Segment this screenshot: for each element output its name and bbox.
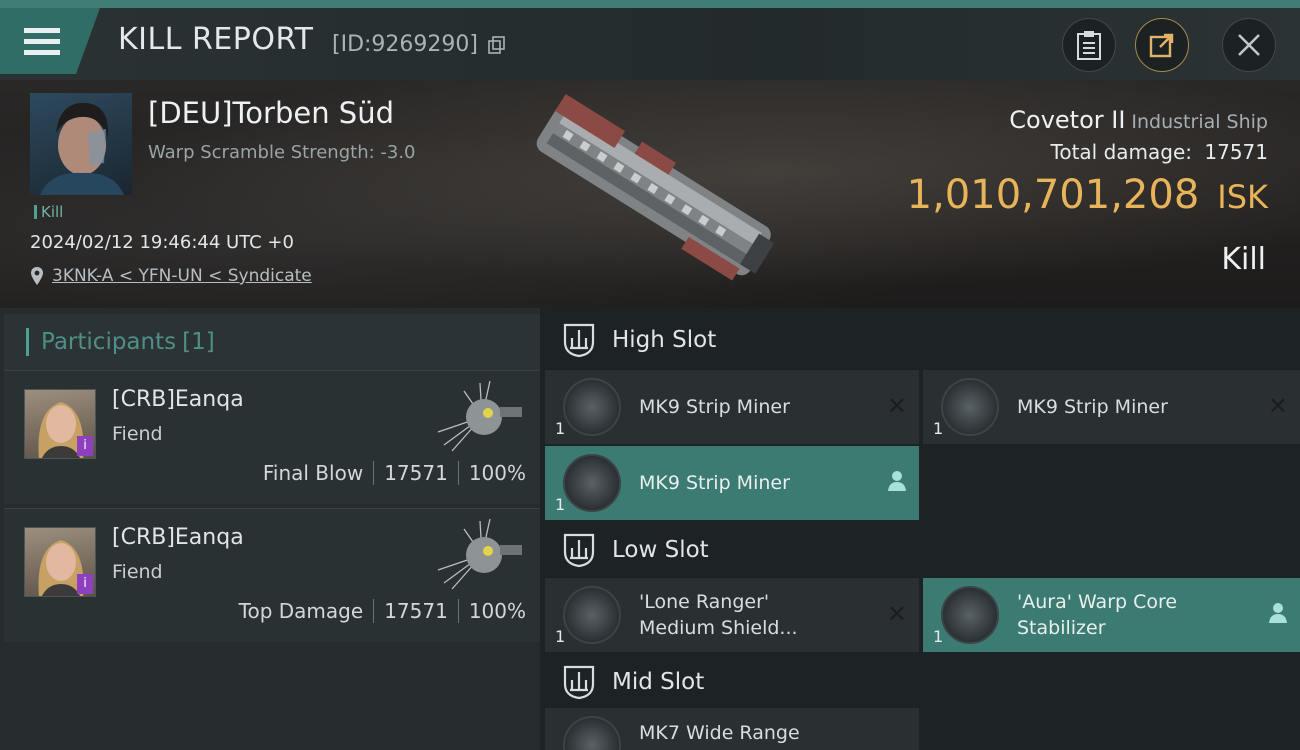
destroyed-icon: ✕ — [886, 600, 907, 628]
participant-damage: 17571 — [384, 599, 448, 623]
strip-miner-icon — [563, 378, 621, 436]
fitting-panel: High Slot 1 MK9 Strip Miner ✕ 1 MK9 Stri… — [540, 308, 1300, 750]
module-item[interactable]: 1 MK9 Strip Miner — [545, 446, 919, 520]
page-title: KILL REPORT — [118, 22, 314, 57]
copy-icon[interactable] — [488, 36, 506, 58]
menu-button[interactable] — [0, 8, 100, 74]
warp-core-stabilizer-icon — [941, 586, 999, 644]
kill-result: Kill — [1221, 242, 1266, 277]
divider — [373, 599, 375, 623]
report-id: [ID:9269290] — [332, 32, 478, 57]
participant-percent: 100% — [468, 599, 526, 623]
participant-role: Final Blow — [262, 461, 364, 485]
divider — [457, 599, 459, 623]
location-pin-icon — [31, 267, 43, 285]
fiend-ship-icon — [437, 518, 522, 590]
fiend-ship-icon — [437, 380, 522, 452]
kill-tag: Kill — [34, 205, 63, 220]
menu-icon — [24, 28, 60, 55]
destroyed-icon: ✕ — [886, 392, 907, 420]
close-icon — [1238, 34, 1260, 56]
participant-stats: Top Damage 17571 100% — [239, 599, 526, 623]
participant-ship: Fiend — [112, 561, 163, 583]
module-item[interactable]: 1 'Aura' Warp Core Stabilizer — [923, 578, 1300, 652]
participant-name[interactable]: [CRB]Eanqa — [112, 525, 244, 550]
clipboard-icon — [1077, 31, 1101, 60]
participant-percent: 100% — [468, 461, 526, 485]
module-quantity: 1 — [555, 495, 566, 514]
top-accent-line — [0, 0, 1300, 8]
participants-panel: Participants [1] i [CRB]Eanqa Fiend Fina… — [0, 308, 540, 750]
participant-badge: i — [77, 574, 93, 594]
share-icon — [1149, 33, 1174, 58]
header-bar: KILL REPORT [ID:9269290] — [0, 8, 1300, 80]
warp-scramble-strength: Warp Scramble Strength: -3.0 — [148, 142, 416, 163]
kill-location[interactable]: 3KNK-A < YFN-UN < Syndicate — [30, 266, 312, 286]
module-item[interactable]: MK7 Wide Range — [545, 708, 919, 750]
victim-portrait[interactable] — [30, 93, 132, 195]
participant-name[interactable]: [CRB]Eanqa — [112, 387, 244, 412]
participant-portrait: i — [24, 527, 96, 597]
participant-role: Top Damage — [238, 599, 364, 623]
close-button[interactable] — [1222, 18, 1276, 72]
low-slot-icon — [563, 533, 595, 568]
survey-scanner-icon — [563, 716, 621, 750]
mid-slot-header: Mid Slot — [540, 650, 1300, 714]
module-item[interactable]: 1 'Lone Ranger' Medium Shield... ✕ — [545, 578, 919, 652]
divider — [373, 461, 375, 485]
victim-summary: [DEU]Torben Süd Warp Scramble Strength: … — [0, 80, 1300, 308]
module-name: MK9 Strip Miner — [1017, 396, 1168, 418]
low-slot-header: Low Slot — [540, 518, 1300, 582]
module-item[interactable]: 1 MK9 Strip Miner ✕ — [545, 370, 919, 444]
module-name: 'Lone Ranger' Medium Shield... — [639, 591, 798, 639]
participant-ship: Fiend — [112, 423, 163, 445]
participant-damage: 17571 — [384, 461, 448, 485]
module-quantity: 1 — [555, 419, 566, 438]
participant-badge: i — [77, 436, 93, 456]
module-quantity: 1 — [933, 627, 944, 646]
participant-portrait: i — [24, 389, 96, 459]
location-link[interactable]: 3KNK-A < YFN-UN < Syndicate — [52, 266, 312, 286]
shield-extender-icon — [563, 586, 621, 644]
share-button[interactable] — [1135, 18, 1189, 72]
ship-class: Industrial Ship — [1131, 111, 1268, 133]
module-name: 'Aura' Warp Core Stabilizer — [1017, 591, 1178, 639]
ship-render[interactable] — [505, 90, 795, 300]
destroyed-icon: ✕ — [1267, 392, 1288, 420]
strip-miner-icon — [563, 454, 621, 512]
kill-datetime: 2024/02/12 19:46:44 UTC +0 — [30, 232, 294, 253]
dropped-person-icon — [1269, 603, 1287, 623]
divider — [457, 461, 459, 485]
module-name: MK7 Wide Range — [639, 722, 800, 744]
high-slot-header: High Slot — [540, 308, 1300, 372]
mid-slot-icon — [563, 665, 595, 700]
high-slot-icon — [563, 323, 595, 358]
module-quantity: 1 — [555, 627, 566, 646]
participant-card[interactable]: i [CRB]Eanqa Fiend Top Damage 17571 100% — [4, 508, 540, 642]
strip-miner-icon — [941, 378, 999, 436]
module-name: MK9 Strip Miner — [639, 472, 790, 494]
clipboard-button[interactable] — [1062, 18, 1116, 72]
participant-card[interactable]: i [CRB]Eanqa Fiend Final Blow 17571 100% — [4, 370, 540, 504]
module-name: MK9 Strip Miner — [639, 396, 790, 418]
victim-name[interactable]: [DEU]Torben Süd — [148, 96, 394, 130]
isk-value: 1,010,701,208 ISK — [906, 172, 1268, 218]
participant-stats: Final Blow 17571 100% — [263, 461, 526, 485]
dropped-person-icon — [888, 471, 906, 491]
module-item[interactable]: 1 MK9 Strip Miner ✕ — [923, 370, 1300, 444]
ship-name[interactable]: Covetor II Industrial Ship — [1009, 106, 1268, 134]
module-quantity: 1 — [933, 419, 944, 438]
participants-header: Participants [1] — [4, 314, 540, 370]
total-damage: Total damage: 17571 — [1050, 140, 1268, 164]
